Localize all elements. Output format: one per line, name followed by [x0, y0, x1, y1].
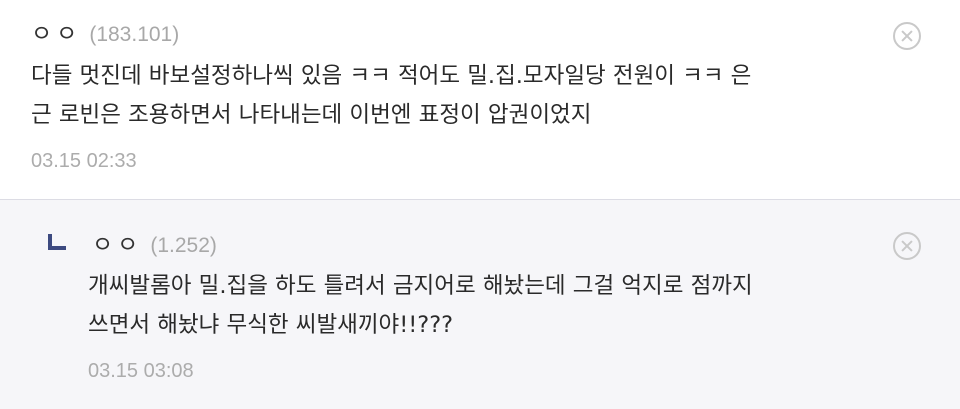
comment-text-line: 다들 멋진데 바보설정하나씩 있음 ㅋㅋ 적어도 밀.집.모자일당 전원이 ㅋㅋ…	[31, 63, 752, 89]
reply-timestamp: 03.15 03:08	[88, 360, 194, 382]
reply-author[interactable]: ㅇㅇ	[92, 225, 142, 259]
close-circle-icon[interactable]	[893, 22, 921, 50]
reply-item: ㅇㅇ (1.252) 개씨발롬아 밀.집을 하도 틀려서 금지어로 해놨는데 그…	[0, 199, 960, 409]
comment-author[interactable]: ㅇㅇ	[31, 14, 81, 48]
comment-ip: (183.101)	[89, 23, 180, 46]
comment-text: 다들 멋진데 바보설정하나씩 있음 ㅋㅋ 적어도 밀.집.모자일당 전원이 ㅋㅋ…	[31, 57, 901, 135]
comment-text-line: 근 로빈은 조용하면서 나타내는데 이번엔 표정이 압권이었지	[31, 102, 592, 128]
comment-item: ㅇㅇ (183.101) 다들 멋진데 바보설정하나씩 있음 ㅋㅋ 적어도 밀.…	[0, 0, 960, 198]
reply-arrow-icon	[48, 234, 66, 250]
reply-ip: (1.252)	[150, 234, 217, 257]
close-circle-icon[interactable]	[893, 232, 921, 260]
reply-header: ㅇㅇ (1.252)	[48, 225, 217, 259]
reply-text-line: 개씨발롬아 밀.집을 하도 틀려서 금지어로 해놨는데 그걸 억지로 점까지	[88, 273, 753, 299]
reply-text-line: 쓰면서 해놨냐 무식한 씨발새끼야!!???	[88, 312, 454, 338]
reply-text: 개씨발롬아 밀.집을 하도 틀려서 금지어로 해놨는데 그걸 억지로 점까지 쓰…	[88, 267, 918, 345]
comment-header: ㅇㅇ (183.101)	[31, 14, 179, 48]
comment-timestamp: 03.15 02:33	[31, 150, 137, 172]
